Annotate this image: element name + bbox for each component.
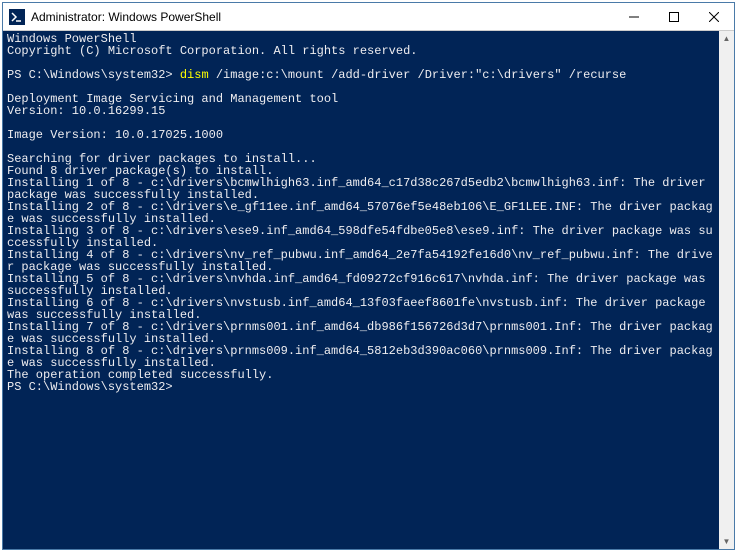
scroll-up-arrow[interactable]: ▲: [719, 31, 734, 46]
output-body: Deployment Image Servicing and Managemen…: [7, 92, 713, 382]
maximize-button[interactable]: [654, 3, 694, 30]
window-controls: [614, 3, 734, 30]
console-output[interactable]: Windows PowerShell Copyright (C) Microso…: [3, 31, 719, 549]
command-args: /image:c:\mount /add-driver /Driver:"c:\…: [209, 68, 627, 82]
powershell-icon: [9, 9, 25, 25]
scroll-down-arrow[interactable]: ▼: [719, 534, 734, 549]
titlebar[interactable]: Administrator: Windows PowerShell: [3, 3, 734, 31]
prompt: PS C:\Windows\system32>: [7, 68, 173, 82]
powershell-window: Administrator: Windows PowerShell Window…: [2, 2, 735, 550]
console-area: Windows PowerShell Copyright (C) Microso…: [3, 31, 734, 549]
ps-copyright-line: Copyright (C) Microsoft Corporation. All…: [7, 44, 417, 58]
vertical-scrollbar[interactable]: ▲ ▼: [719, 31, 734, 549]
close-button[interactable]: [694, 3, 734, 30]
prompt-2: PS C:\Windows\system32>: [7, 380, 173, 394]
window-title: Administrator: Windows PowerShell: [31, 10, 614, 24]
minimize-button[interactable]: [614, 3, 654, 30]
command-highlight: dism: [180, 68, 209, 82]
